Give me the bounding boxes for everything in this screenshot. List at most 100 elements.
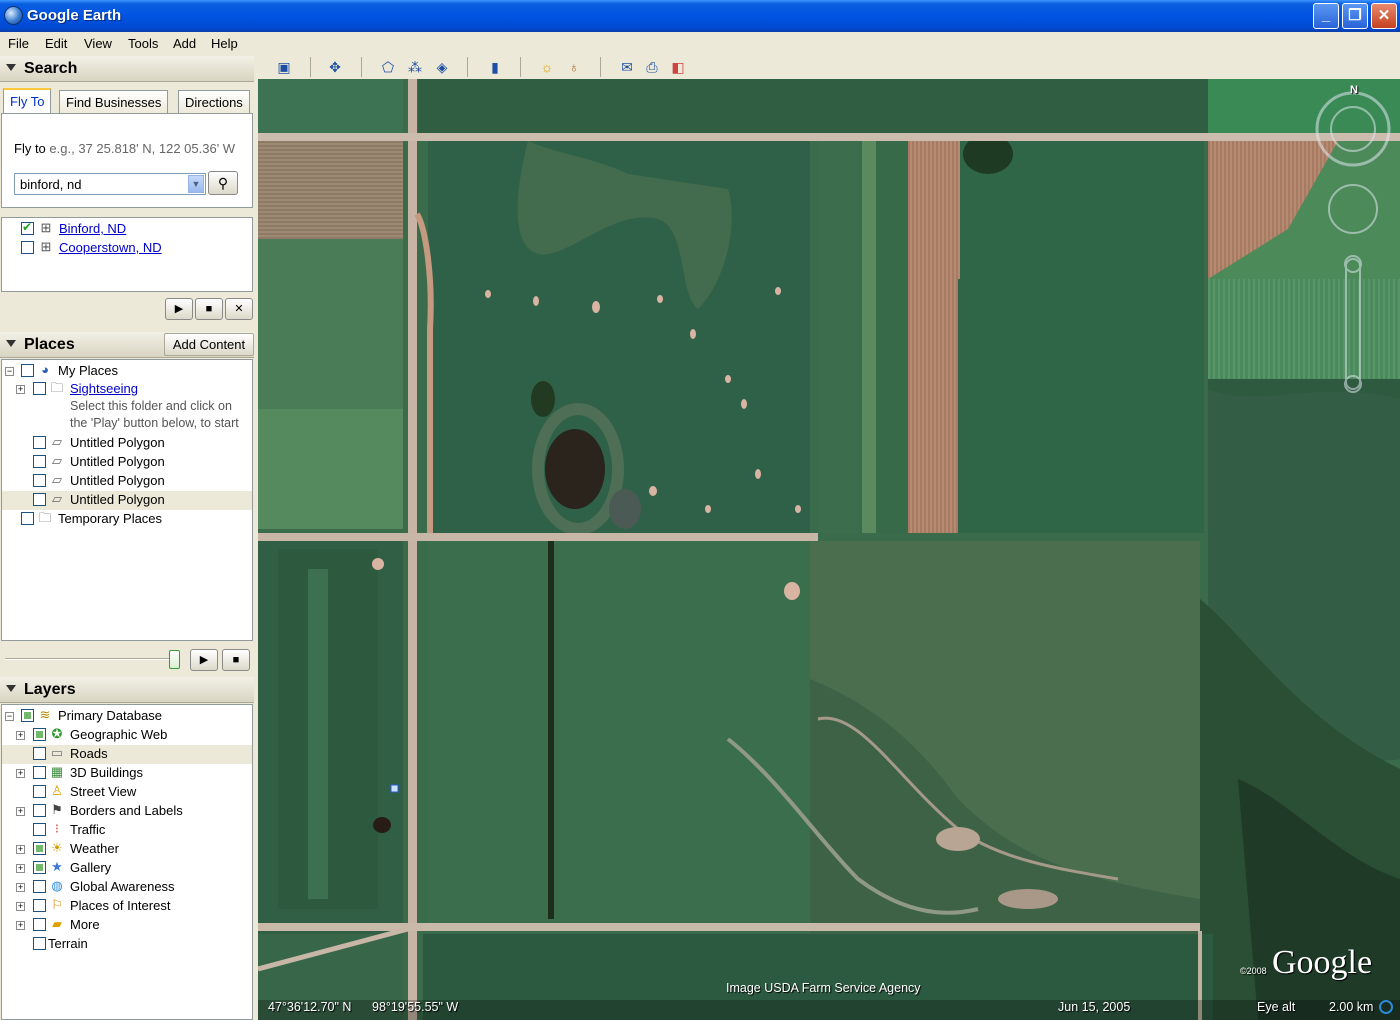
result-link[interactable]: Binford, ND — [59, 221, 126, 236]
add-placemark-icon[interactable]: ✥ — [324, 57, 346, 77]
search-input[interactable]: binford, nd ▼ — [14, 173, 206, 195]
tree-checkbox[interactable] — [21, 512, 34, 525]
stop-tour-button[interactable]: ■ — [195, 298, 223, 320]
menu-file[interactable]: File — [8, 36, 29, 51]
expand-icon[interactable]: + — [16, 845, 25, 854]
result-checkbox[interactable] — [21, 241, 34, 254]
layer-roads[interactable]: ▭ Roads — [2, 745, 252, 764]
menu-view[interactable]: View — [84, 36, 112, 51]
layer-global-awareness[interactable]: + ◍ Global Awareness — [2, 878, 252, 897]
layer-3d-buildings[interactable]: + ▦ 3D Buildings — [2, 764, 252, 783]
close-button[interactable]: ✕ — [1371, 3, 1397, 29]
layer-more[interactable]: + ▰ More — [2, 916, 252, 935]
play-button[interactable]: ▶ — [190, 649, 218, 671]
tree-polygon[interactable]: ▱ Untitled Polygon — [2, 434, 252, 453]
search-header[interactable]: Search — [0, 56, 254, 82]
tree-checkbox[interactable] — [33, 493, 46, 506]
tree-checkbox[interactable] — [33, 436, 46, 449]
folder-icon: 🗀 — [38, 510, 52, 525]
tab-directions[interactable]: Directions — [178, 90, 250, 114]
tree-my-places[interactable]: − ◕ My Places — [2, 362, 252, 381]
add-path-icon[interactable]: ⁂ — [404, 57, 426, 77]
menu-help[interactable]: Help — [211, 36, 238, 51]
layer-places-of-interest[interactable]: + ⚐ Places of Interest — [2, 897, 252, 916]
tree-checkbox[interactable] — [33, 861, 46, 874]
expand-icon[interactable]: + — [16, 731, 25, 740]
layer-terrain[interactable]: Terrain — [2, 935, 252, 954]
expand-icon[interactable]: + — [16, 921, 25, 930]
stop-button[interactable]: ■ — [222, 649, 250, 671]
tree-polygon[interactable]: ▱ Untitled Polygon — [2, 453, 252, 472]
expand-icon[interactable]: + — [16, 807, 25, 816]
tab-fly-to[interactable]: Fly To — [3, 88, 52, 114]
layers-header-label: Layers — [24, 681, 76, 698]
tree-checkbox[interactable] — [33, 747, 46, 760]
tree-polygon[interactable]: ▱ Untitled Polygon — [2, 472, 252, 491]
tree-checkbox[interactable] — [33, 842, 46, 855]
layer-street-view[interactable]: ♙ Street View — [2, 783, 252, 802]
tree-checkbox[interactable] — [21, 364, 34, 377]
minimize-button[interactable]: _ — [1313, 3, 1339, 29]
expand-icon[interactable]: + — [16, 769, 25, 778]
tree-checkbox[interactable] — [33, 899, 46, 912]
layers-header[interactable]: Layers — [0, 677, 254, 703]
collapse-icon[interactable]: − — [5, 367, 14, 376]
layer-gallery[interactable]: + ★ Gallery — [2, 859, 252, 878]
result-link[interactable]: Cooperstown, ND — [59, 240, 162, 255]
menu-edit[interactable]: Edit — [45, 36, 67, 51]
add-polygon-icon[interactable]: ⬠ — [377, 57, 399, 77]
collapse-icon[interactable]: − — [5, 712, 14, 721]
planet-icon[interactable]: ♁ — [563, 57, 585, 77]
search-button[interactable]: ⚲ — [208, 171, 238, 195]
expand-icon[interactable]: + — [16, 864, 25, 873]
tree-checkbox[interactable] — [33, 382, 46, 395]
layer-weather[interactable]: + ☀ Weather — [2, 840, 252, 859]
print-icon[interactable]: ⎙ — [641, 57, 663, 77]
tree-link[interactable]: Sightseeing — [70, 381, 138, 396]
tree-checkbox[interactable] — [33, 937, 46, 950]
layer-traffic[interactable]: ⁝ Traffic — [2, 821, 252, 840]
sunlight-icon[interactable]: ☼ — [536, 57, 558, 77]
layer-borders-labels[interactable]: + ⚑ Borders and Labels — [2, 802, 252, 821]
satellite-imagery[interactable] — [258, 79, 1400, 1020]
ruler-icon[interactable]: ▮ — [484, 57, 506, 77]
google-logo: Google — [1272, 944, 1373, 981]
tree-checkbox[interactable] — [33, 785, 46, 798]
tree-checkbox[interactable] — [33, 474, 46, 487]
tree-checkbox[interactable] — [33, 455, 46, 468]
tree-checkbox[interactable] — [33, 918, 46, 931]
map-view[interactable]: N ©2008 Google Image USDA Farm Service A… — [258, 79, 1400, 1020]
clear-results-button[interactable]: ✕ — [225, 298, 253, 320]
places-header[interactable]: Places Add Content — [0, 332, 254, 358]
tree-temporary-places[interactable]: 🗀 Temporary Places — [2, 510, 252, 529]
add-content-button[interactable]: Add Content — [164, 333, 254, 356]
sidebar-toggle-icon[interactable]: ▣ — [273, 57, 295, 77]
sightseeing-description: Select this folder and click on — [70, 399, 232, 413]
tour-slider-track[interactable] — [5, 658, 177, 660]
tree-checkbox[interactable] — [33, 728, 46, 741]
tab-find-businesses[interactable]: Find Businesses — [59, 90, 169, 114]
tree-checkbox[interactable] — [33, 766, 46, 779]
expand-icon[interactable]: + — [16, 902, 25, 911]
tree-primary-database[interactable]: − ≋ Primary Database — [2, 707, 252, 726]
play-tour-button[interactable]: ▶ — [165, 298, 193, 320]
dropdown-arrow-icon[interactable]: ▼ — [188, 175, 204, 193]
expand-icon[interactable]: + — [16, 385, 25, 394]
tree-checkbox[interactable] — [21, 709, 34, 722]
google-maps-icon[interactable]: ◧ — [667, 57, 689, 77]
tree-polygon-selected[interactable]: ▱ Untitled Polygon — [2, 491, 252, 510]
image-overlay-icon[interactable]: ◈ — [431, 57, 453, 77]
result-checkbox[interactable] — [21, 220, 34, 235]
layer-geographic-web[interactable]: + ✪ Geographic Web — [2, 726, 252, 745]
menu-tools[interactable]: Tools — [128, 36, 158, 51]
tour-slider-handle[interactable] — [169, 650, 180, 669]
tree-checkbox[interactable] — [33, 880, 46, 893]
maximize-button[interactable]: ❐ — [1342, 3, 1368, 29]
email-icon[interactable]: ✉ — [616, 57, 638, 77]
expand-icon[interactable]: + — [16, 883, 25, 892]
tree-label: Global Awareness — [70, 879, 175, 894]
tree-sightseeing[interactable]: + 🗀 Sightseeing — [2, 380, 252, 399]
menu-add[interactable]: Add — [173, 36, 196, 51]
tree-checkbox[interactable] — [33, 804, 46, 817]
tree-checkbox[interactable] — [33, 823, 46, 836]
